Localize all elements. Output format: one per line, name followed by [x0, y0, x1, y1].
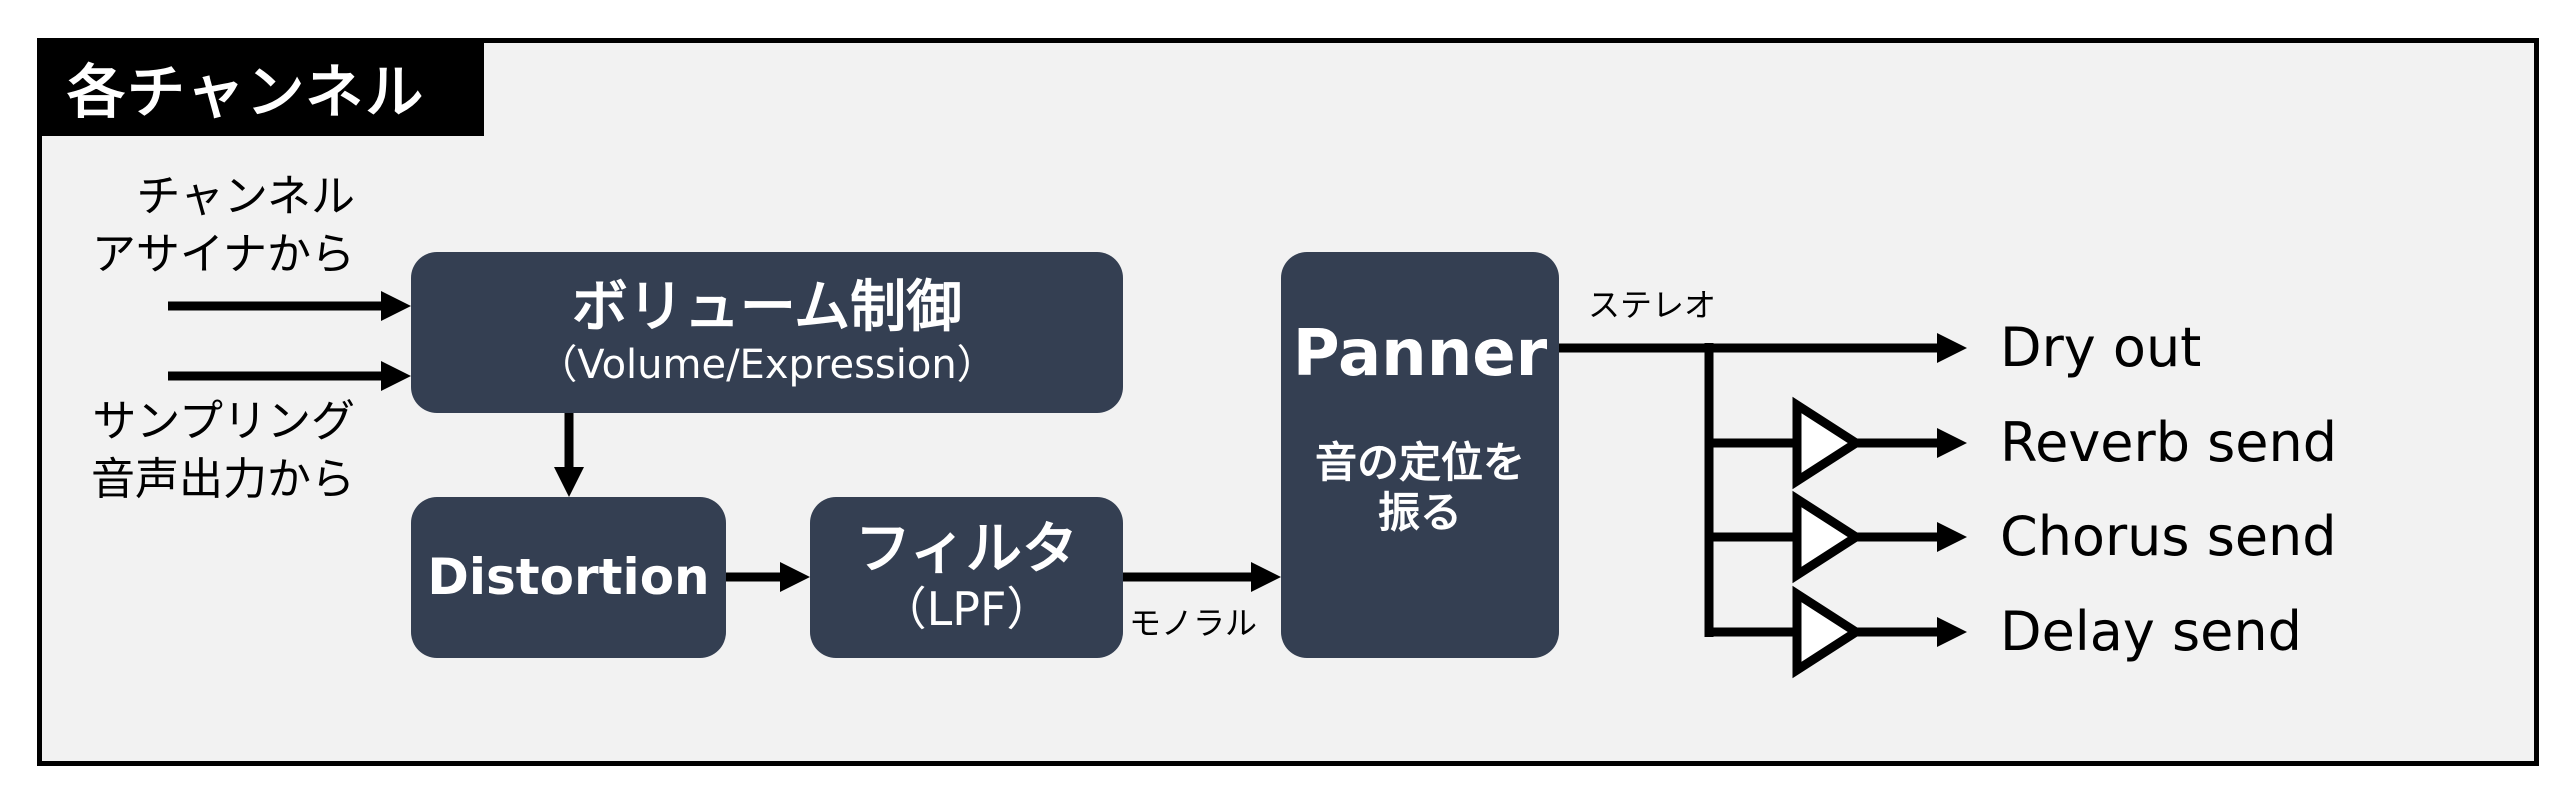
input-label-channel-assigner: チャンネル アサイナから — [60, 168, 355, 284]
block-subtitle: （LPF） — [880, 582, 1053, 637]
reverb-gain-amp-icon — [1792, 396, 1865, 490]
delay-gain-amp-icon — [1792, 585, 1865, 679]
input-label-line: アサイナから — [91, 229, 355, 280]
arrowhead-icon — [554, 467, 584, 497]
volume-control-block[interactable]: ボリューム制御 （Volume/Expression） — [411, 252, 1123, 413]
output-label-dry: Dry out — [2000, 316, 2202, 379]
arrowhead-icon — [381, 361, 411, 391]
panner-block[interactable]: Panner 音の定位を 振る — [1281, 252, 1559, 658]
arrowhead-icon — [381, 291, 411, 321]
arrowhead-icon — [1251, 562, 1281, 592]
stereo-label: ステレオ — [1588, 286, 1717, 324]
block-title: Panner — [1292, 317, 1548, 391]
input-label-sampling-output: サンプリング 音声出力から — [60, 393, 355, 509]
mono-label: モノラル — [1129, 604, 1258, 642]
arrowhead-icon — [1937, 333, 1967, 363]
output-label-chorus: Chorus send — [2000, 505, 2337, 568]
block-title: フィルタ — [855, 516, 1078, 582]
output-label-reverb: Reverb send — [2000, 411, 2337, 474]
input-label-line: サンプリング — [92, 396, 355, 447]
filter-block[interactable]: フィルタ （LPF） — [810, 497, 1123, 658]
distortion-block[interactable]: Distortion — [411, 497, 726, 658]
block-subtitle: （Volume/Expression） — [537, 341, 997, 388]
block-title: ボリューム制御 — [571, 275, 963, 341]
block-subtitle: 音の定位を — [1314, 437, 1525, 487]
arrowhead-icon — [1937, 522, 1967, 552]
output-label-delay: Delay send — [2000, 600, 2302, 663]
arrowhead-icon — [1937, 428, 1967, 458]
input-label-line: チャンネル — [136, 171, 355, 222]
arrowhead-icon — [780, 562, 810, 592]
input-label-line: 音声出力から — [91, 454, 355, 505]
block-title: Distortion — [427, 547, 710, 606]
arrowhead-icon — [1937, 617, 1967, 647]
block-subtitle: 振る — [1377, 487, 1462, 537]
chorus-gain-amp-icon — [1792, 490, 1865, 584]
